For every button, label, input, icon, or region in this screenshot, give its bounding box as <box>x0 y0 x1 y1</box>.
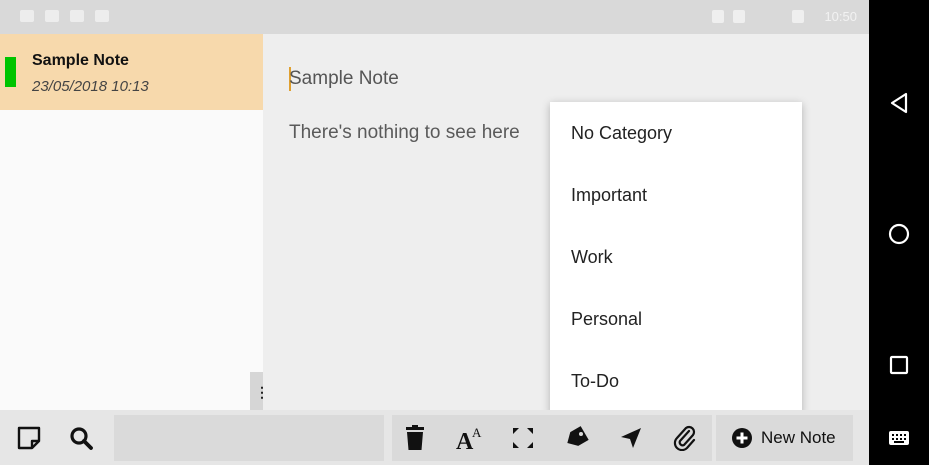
home-icon <box>888 223 910 245</box>
note-date: 23/05/2018 10:13 <box>32 78 149 95</box>
new-note-button[interactable]: New Note <box>716 415 853 461</box>
bluetooth-icon <box>712 10 724 23</box>
app-screen: 10:50 Sample Note 23/05/2018 10:13 ⋮ Sam… <box>0 0 929 465</box>
recents-icon <box>889 355 909 375</box>
menu-item-to-do[interactable]: To-Do <box>550 350 802 412</box>
search-icon <box>70 427 93 450</box>
message-icon <box>45 10 59 22</box>
plus-circle-icon <box>732 428 752 448</box>
status-time: 10:50 <box>824 9 857 24</box>
app-icon <box>95 10 109 22</box>
search-field[interactable] <box>114 415 384 461</box>
list-icon <box>70 10 84 22</box>
new-note-label: New Note <box>761 428 836 447</box>
recents-button[interactable] <box>884 350 914 380</box>
fullscreen-icon <box>513 428 533 448</box>
wifi-icon <box>733 10 745 23</box>
menu-item-work[interactable]: Work <box>550 226 802 288</box>
back-icon <box>890 92 908 114</box>
note-list-item[interactable]: Sample Note 23/05/2018 10:13 <box>0 34 263 110</box>
keyboard-button[interactable] <box>884 423 914 453</box>
tag-icon <box>567 426 589 446</box>
notification-icon <box>20 10 34 22</box>
keyboard-icon <box>889 431 909 445</box>
send-icon <box>621 428 641 448</box>
bottom-toolbar: A A New Note <box>0 410 869 465</box>
status-bar: 10:50 <box>0 0 869 34</box>
attach-icon <box>673 425 696 451</box>
category-color-flag <box>5 57 16 87</box>
note-actions-group: A A <box>392 415 712 461</box>
font-size-icon: A A <box>456 425 482 451</box>
search-button[interactable] <box>58 415 104 461</box>
note-body-field[interactable]: There's nothing to see here <box>289 122 520 144</box>
navigation-bar <box>869 0 929 465</box>
category-menu: No Category Important Work Personal To-D… <box>550 102 802 414</box>
share-button[interactable] <box>608 415 654 461</box>
menu-item-no-category[interactable]: No Category <box>550 102 802 164</box>
attach-button[interactable] <box>662 415 708 461</box>
svg-text:A: A <box>472 425 482 440</box>
delete-button[interactable] <box>392 415 438 461</box>
note-title: Sample Note <box>32 52 129 69</box>
notes-list-button[interactable] <box>6 415 52 461</box>
note-icon <box>17 426 41 450</box>
note-title-field[interactable]: Sample Note <box>289 68 399 90</box>
trash-icon <box>406 425 424 450</box>
home-button[interactable] <box>884 219 914 249</box>
menu-item-personal[interactable]: Personal <box>550 288 802 350</box>
notes-sidebar: Sample Note 23/05/2018 10:13 <box>0 34 263 410</box>
menu-item-important[interactable]: Important <box>550 164 802 226</box>
back-button[interactable] <box>884 88 914 118</box>
battery-icon <box>792 10 804 23</box>
font-size-button[interactable]: A A <box>446 415 492 461</box>
category-button[interactable] <box>554 415 600 461</box>
fullscreen-button[interactable] <box>500 415 546 461</box>
